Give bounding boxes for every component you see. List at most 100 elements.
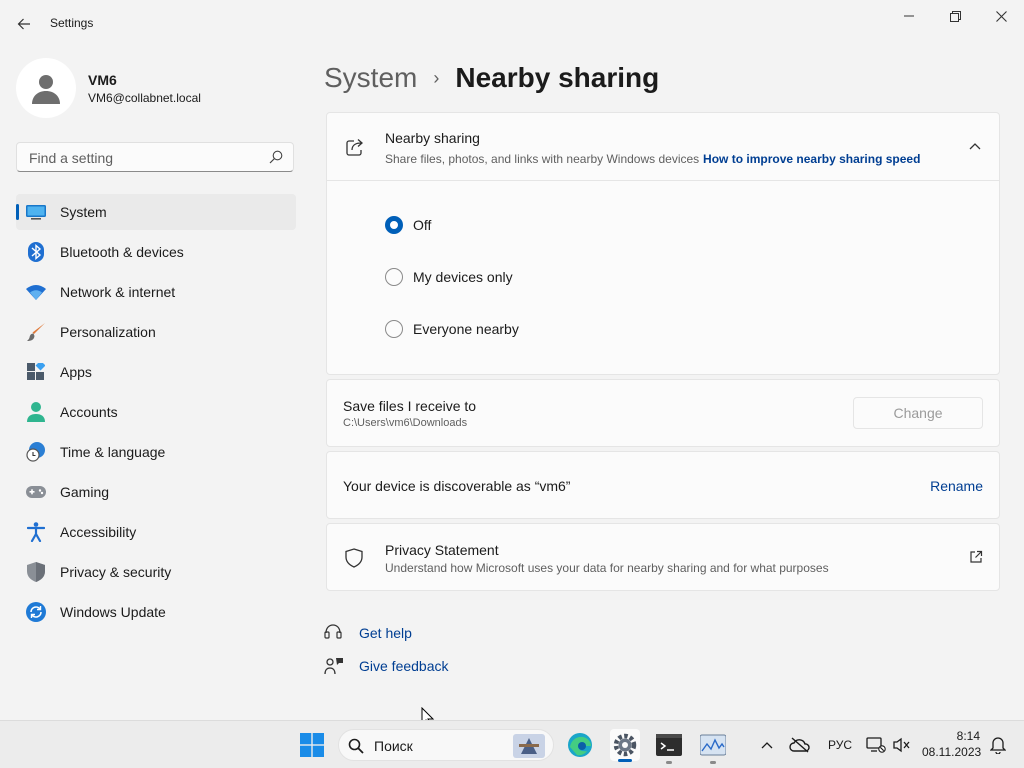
notifications-button[interactable] — [984, 731, 1012, 759]
sidebar-item-privacy[interactable]: Privacy & security — [16, 554, 296, 590]
help-icon — [324, 624, 342, 639]
accounts-icon — [26, 402, 46, 422]
sidebar-item-label: Accounts — [60, 404, 118, 420]
bell-icon — [990, 737, 1006, 754]
nearby-sharing-subtitle: Share files, photos, and links with near… — [385, 152, 700, 166]
nearby-sharing-description: Share files, photos, and links with near… — [385, 150, 920, 166]
radio-label: My devices only — [413, 269, 513, 285]
search-input[interactable] — [27, 149, 261, 167]
sidebar-item-label: System — [60, 204, 107, 220]
radio-button[interactable] — [385, 268, 403, 286]
sidebar-item-label: Windows Update — [60, 604, 166, 620]
edge-taskbar-button[interactable] — [566, 731, 594, 759]
running-app-indicator — [666, 761, 672, 764]
radio-button-checked[interactable] — [385, 216, 403, 234]
sidebar-item-network[interactable]: Network & internet — [16, 274, 296, 310]
chevron-up-icon — [761, 742, 773, 749]
sidebar-item-label: Privacy & security — [60, 564, 172, 580]
search-icon — [348, 738, 364, 754]
apps-icon — [26, 362, 46, 382]
radio-option-my-devices[interactable]: My devices only — [385, 268, 513, 286]
edge-icon — [568, 733, 592, 757]
taskbar: Поиск РУС 8:14 08.11.2023 — [0, 720, 1024, 768]
user-avatar-icon — [32, 75, 60, 104]
language-indicator[interactable]: РУС — [828, 738, 852, 752]
sidebar-item-accessibility[interactable]: Accessibility — [16, 514, 296, 550]
volume-tray-button[interactable] — [888, 731, 916, 759]
search-box[interactable] — [16, 142, 294, 172]
performance-monitor-icon — [700, 734, 726, 756]
radio-option-off[interactable]: Off — [385, 216, 431, 234]
back-button[interactable] — [12, 12, 36, 36]
user-name: VM6 — [88, 72, 117, 88]
accessibility-icon — [26, 522, 46, 542]
sidebar-item-system[interactable]: System — [16, 194, 296, 230]
share-icon — [346, 139, 363, 156]
brush-icon — [26, 322, 46, 342]
breadcrumb-separator: › — [433, 67, 440, 88]
breadcrumb: System › Nearby sharing — [324, 58, 659, 98]
running-app-indicator — [710, 761, 716, 764]
restore-icon — [949, 10, 961, 22]
avatar[interactable] — [16, 58, 76, 118]
radio-label: Off — [413, 217, 432, 233]
sidebar-item-apps[interactable]: Apps — [16, 354, 296, 390]
sidebar-item-label: Network & internet — [60, 284, 176, 300]
change-button[interactable]: Change — [853, 397, 983, 429]
discoverable-card: Your device is discoverable as “vm6” Ren… — [326, 451, 1000, 519]
get-help-link[interactable]: Get help — [359, 625, 412, 641]
get-help-row[interactable]: Get help — [324, 624, 412, 642]
nearby-sharing-header[interactable]: Nearby sharing Share files, photos, and … — [327, 113, 999, 181]
sidebar-item-time-language[interactable]: Time & language — [16, 434, 296, 470]
give-feedback-row[interactable]: Give feedback — [324, 657, 449, 675]
minimize-button[interactable] — [886, 0, 932, 32]
page-title: Nearby sharing — [455, 62, 660, 93]
sidebar-item-personalization[interactable]: Personalization — [16, 314, 296, 350]
give-feedback-link[interactable]: Give feedback — [359, 658, 449, 674]
taskbar-search[interactable]: Поиск — [338, 729, 554, 761]
taskbar-search-label: Поиск — [374, 738, 413, 754]
sidebar-item-windows-update[interactable]: Windows Update — [16, 594, 296, 630]
sidebar-item-label: Accessibility — [60, 524, 137, 540]
show-hidden-icons-button[interactable] — [754, 731, 780, 759]
minimize-icon — [904, 15, 914, 17]
bluetooth-icon — [26, 242, 46, 262]
improve-speed-link[interactable]: How to improve nearby sharing speed — [703, 152, 920, 166]
radio-option-everyone[interactable]: Everyone nearby — [385, 320, 519, 338]
save-files-card: Save files I receive to C:\Users\vm6\Dow… — [326, 379, 1000, 447]
radio-button[interactable] — [385, 320, 403, 338]
sidebar-item-accounts[interactable]: Accounts — [16, 394, 296, 430]
sidebar-item-label: Apps — [60, 364, 92, 380]
monitor-taskbar-button[interactable] — [699, 731, 727, 764]
search-highlight-icon — [513, 734, 545, 758]
clock-time[interactable]: 8:14 — [948, 729, 980, 743]
onedrive-tray-button[interactable] — [786, 731, 814, 759]
maximize-button[interactable] — [932, 0, 978, 32]
privacy-subtitle: Understand how Microsoft uses your data … — [385, 561, 829, 575]
network-icon — [866, 737, 886, 753]
clock-date[interactable]: 08.11.2023 — [922, 745, 981, 759]
app-title: Settings — [50, 16, 94, 30]
nearby-sharing-title: Nearby sharing — [385, 130, 480, 146]
search-icon — [269, 150, 283, 164]
wifi-icon — [26, 282, 46, 302]
gear-icon — [613, 733, 637, 757]
sidebar-item-bluetooth[interactable]: Bluetooth & devices — [16, 234, 296, 270]
system-icon — [26, 202, 46, 222]
arrow-left-icon — [17, 18, 30, 30]
rename-link[interactable]: Rename — [930, 478, 983, 494]
breadcrumb-parent[interactable]: System — [324, 62, 417, 94]
settings-taskbar-button[interactable] — [610, 729, 640, 762]
selection-indicator — [16, 204, 19, 220]
cloud-offline-icon — [789, 737, 810, 753]
sidebar-item-gaming[interactable]: Gaming — [16, 474, 296, 510]
privacy-statement-card[interactable]: Privacy Statement Understand how Microso… — [326, 523, 1000, 591]
feedback-icon — [324, 658, 343, 675]
close-icon — [995, 10, 1007, 22]
network-tray-button[interactable] — [862, 731, 890, 759]
start-button[interactable] — [298, 731, 326, 759]
sidebar-item-label: Time & language — [60, 444, 166, 460]
close-button[interactable] — [978, 0, 1024, 32]
terminal-taskbar-button[interactable] — [655, 731, 683, 764]
chevron-up-icon[interactable] — [969, 142, 981, 150]
